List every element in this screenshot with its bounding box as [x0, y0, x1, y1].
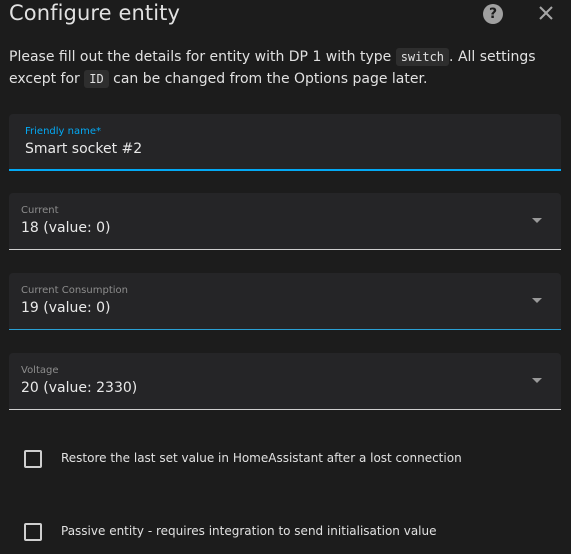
current-label: Current	[21, 205, 59, 216]
restore-label[interactable]: Restore the last set value in HomeAssist…	[61, 451, 462, 465]
restore-row: Restore the last set value in HomeAssist…	[24, 450, 554, 470]
type-code: switch	[395, 48, 450, 66]
current-select[interactable]: Current 18 (value: 0)	[9, 193, 561, 250]
voltage-label: Voltage	[21, 365, 59, 376]
passive-checkbox[interactable]	[24, 523, 42, 541]
current-consumption-select[interactable]: Current Consumption 19 (value: 0)	[9, 273, 561, 330]
passive-row: Passive entity - requires integration to…	[24, 523, 554, 543]
dialog-title: Configure entity	[9, 1, 181, 25]
current-value: 18 (value: 0)	[21, 220, 111, 236]
chevron-down-icon	[532, 298, 542, 303]
friendly-name-label: Friendly name*	[25, 126, 101, 137]
voltage-select[interactable]: Voltage 20 (value: 2330)	[9, 353, 561, 410]
passive-label[interactable]: Passive entity - requires integration to…	[61, 524, 437, 538]
description-text-3: can be changed from the Options page lat…	[108, 71, 428, 87]
restore-checkbox[interactable]	[24, 450, 42, 468]
id-code: ID	[84, 70, 109, 88]
dialog-header: Configure entity ?	[0, 0, 571, 32]
friendly-name-value: Smart socket #2	[25, 141, 143, 157]
voltage-value: 20 (value: 2330)	[21, 380, 138, 396]
chevron-down-icon	[532, 378, 542, 383]
current-consumption-value: 19 (value: 0)	[21, 300, 111, 316]
dialog-description: Please fill out the details for entity w…	[9, 46, 561, 90]
friendly-name-field[interactable]: Friendly name* Smart socket #2	[9, 114, 561, 171]
description-text-1: Please fill out the details for entity w…	[9, 49, 396, 65]
current-consumption-label: Current Consumption	[21, 285, 128, 296]
close-icon[interactable]	[535, 2, 557, 24]
help-circle-icon[interactable]: ?	[483, 4, 503, 24]
chevron-down-icon	[532, 218, 542, 223]
